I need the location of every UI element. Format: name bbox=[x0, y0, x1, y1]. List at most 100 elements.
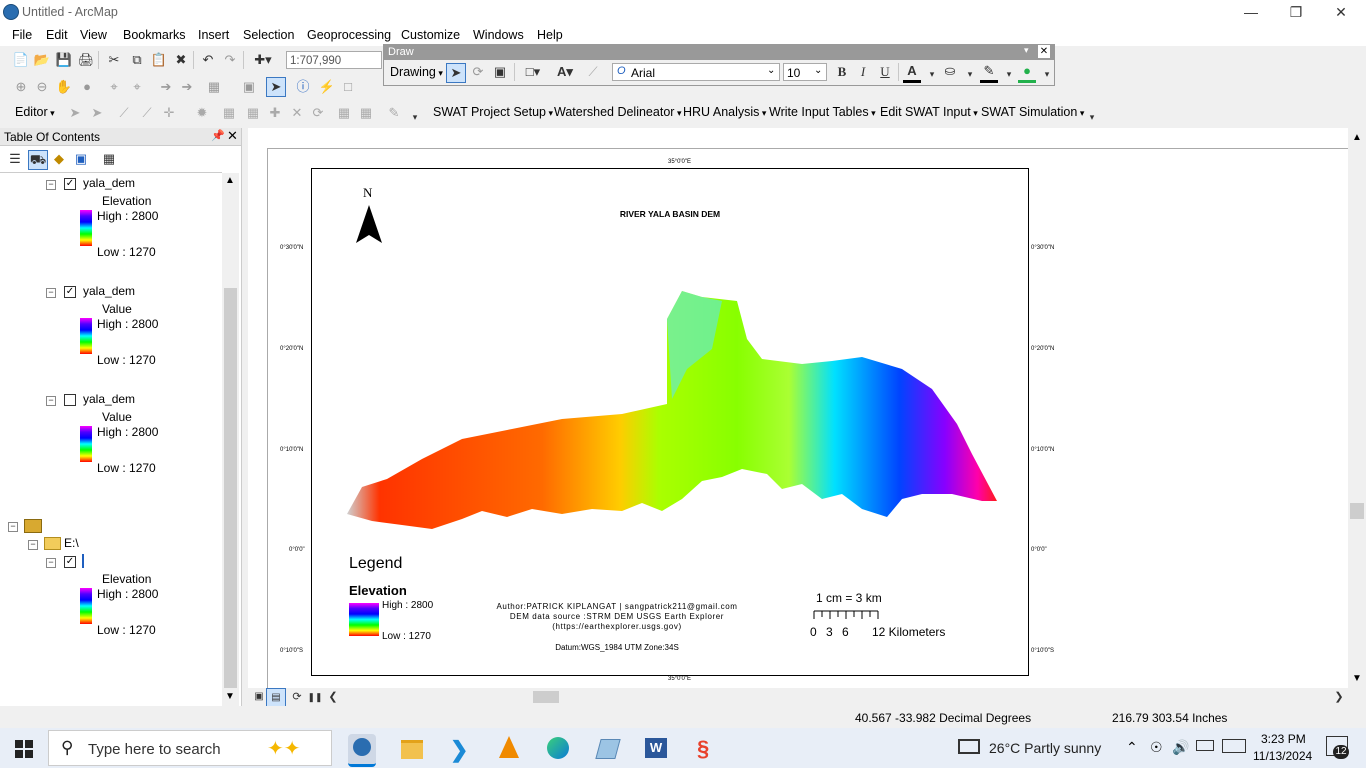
swat-toolbar-options-icon[interactable]: ▾ bbox=[1083, 108, 1101, 126]
layer-3-name[interactable]: yala_dem bbox=[83, 392, 135, 406]
toc-scroll-down-icon[interactable]: ▼ bbox=[225, 691, 235, 702]
toc-pin-icon[interactable]: 📌 bbox=[211, 129, 225, 142]
collapse-data-frame-icon[interactable]: − bbox=[8, 522, 18, 532]
close-icon[interactable]: ✕ bbox=[1318, 0, 1364, 24]
swat-hru-analysis-menu[interactable]: HRU Analysis bbox=[683, 105, 766, 119]
swat-write-input-tables-menu[interactable]: Write Input Tables bbox=[769, 105, 876, 119]
swat-edit-input-menu[interactable]: Edit SWAT Input bbox=[880, 105, 978, 119]
bold-button[interactable]: B bbox=[833, 63, 851, 81]
forward-icon[interactable]: ➔ bbox=[178, 78, 196, 96]
windows-start-icon[interactable] bbox=[15, 740, 33, 758]
hscroll-right-icon[interactable]: ❯ bbox=[1330, 688, 1348, 706]
refresh-icon[interactable]: ⟳ bbox=[288, 688, 306, 706]
taskbar-search-box[interactable]: ⚲ Type here to search ✦✦ bbox=[48, 730, 332, 766]
editor-dropdown[interactable]: Editor bbox=[15, 105, 55, 119]
layout-scroll-up-icon[interactable]: ▲ bbox=[1352, 132, 1362, 143]
split-icon[interactable]: ✕ bbox=[288, 104, 306, 122]
menu-edit[interactable]: Edit bbox=[46, 28, 68, 42]
cut-icon[interactable]: ✂ bbox=[105, 51, 123, 69]
add-data-icon[interactable]: ✚▾ bbox=[249, 51, 277, 69]
menu-insert[interactable]: Insert bbox=[198, 28, 229, 42]
git-tool-icon[interactable]: § bbox=[691, 734, 719, 762]
save-icon[interactable]: 💾 bbox=[55, 51, 73, 69]
text-tool-icon[interactable]: A▾ bbox=[552, 63, 578, 81]
toc-scrollbar[interactable]: ▲ ▼ bbox=[222, 173, 239, 706]
menu-help[interactable]: Help bbox=[537, 28, 563, 42]
redo-icon[interactable]: ↷ bbox=[221, 51, 239, 69]
layer-1-checkbox[interactable]: ✓ bbox=[64, 178, 76, 190]
create-features-icon[interactable]: ✎ bbox=[385, 104, 403, 122]
point-icon[interactable]: ✹ bbox=[193, 104, 211, 122]
toolbar-options-icon[interactable]: ▾ bbox=[406, 108, 424, 126]
open-icon[interactable]: 📂 bbox=[33, 51, 51, 69]
sketch-properties-icon[interactable]: ▦ bbox=[357, 104, 375, 122]
edit-tool-icon[interactable]: ➤ bbox=[66, 104, 84, 122]
volume-icon[interactable]: 🔊 bbox=[1172, 739, 1189, 756]
draw-select-elements-icon[interactable]: ➤ bbox=[446, 63, 466, 83]
clear-selection-icon[interactable]: ▣ bbox=[240, 78, 258, 96]
collapse-layer-1-icon[interactable]: − bbox=[46, 180, 56, 190]
attributes-icon[interactable]: ▦ bbox=[335, 104, 353, 122]
zoom-out-icon[interactable]: ⊖ bbox=[33, 78, 51, 96]
collapse-folder-icon[interactable]: − bbox=[28, 540, 38, 550]
edge-icon[interactable] bbox=[544, 734, 572, 762]
delete-icon[interactable]: ✖ bbox=[172, 51, 190, 69]
back-icon[interactable]: ➔ bbox=[157, 78, 175, 96]
straight-segment-icon[interactable]: ⟋ bbox=[115, 104, 133, 122]
collapse-folder-layer-icon[interactable]: − bbox=[46, 558, 56, 568]
menu-windows[interactable]: Windows bbox=[473, 28, 524, 42]
list-by-visibility-icon[interactable]: ◆ bbox=[50, 150, 68, 168]
endpoint-arc-icon[interactable]: ⟋ bbox=[138, 104, 156, 122]
toc-scroll-thumb[interactable] bbox=[224, 288, 237, 688]
pause-drawing-icon[interactable]: ❚❚ bbox=[306, 688, 324, 706]
identify-icon[interactable]: ⓘ bbox=[294, 78, 312, 96]
select-features-icon[interactable]: ▦ bbox=[205, 78, 223, 96]
print-icon[interactable]: 🖨 bbox=[77, 51, 95, 69]
edit-annotation-icon[interactable]: ➤ bbox=[88, 104, 106, 122]
weather-text[interactable]: 26°C Partly sunny bbox=[989, 740, 1101, 756]
arcmap-taskbar-icon[interactable] bbox=[348, 734, 376, 767]
list-by-selection-icon[interactable]: ▣ bbox=[72, 150, 90, 168]
fixed-zoom-out-icon[interactable]: ⌖ bbox=[128, 78, 146, 96]
select-elements-icon[interactable]: ➤ bbox=[266, 77, 286, 97]
italic-button[interactable]: I bbox=[854, 63, 872, 81]
edit-vertices-icon[interactable]: ▦ bbox=[220, 104, 238, 122]
line-color-icon[interactable]: ✎ bbox=[980, 62, 998, 83]
keyboard-icon[interactable] bbox=[1222, 739, 1246, 753]
menu-file[interactable]: File bbox=[12, 28, 32, 42]
cut-polygons-icon[interactable]: ✚ bbox=[266, 104, 284, 122]
zoom-to-selected-icon[interactable]: ▣ bbox=[491, 63, 509, 81]
layout-scroll-down-icon[interactable]: ▼ bbox=[1352, 673, 1362, 684]
file-explorer-icon[interactable] bbox=[398, 734, 426, 762]
toc-close-icon[interactable]: ✕ bbox=[227, 128, 238, 144]
copy-icon[interactable]: ⧉ bbox=[128, 51, 146, 69]
drawing-dropdown[interactable]: Drawing bbox=[390, 65, 443, 79]
show-hidden-icons-icon[interactable]: ⌃ bbox=[1126, 739, 1138, 756]
collapse-layer-2-icon[interactable]: − bbox=[46, 288, 56, 298]
reshape-icon[interactable]: ▦ bbox=[244, 104, 262, 122]
hscroll-left-icon[interactable]: ❮ bbox=[324, 688, 342, 706]
draw-toolbar-header[interactable]: Draw ▾ ✕ bbox=[384, 45, 1054, 60]
clock-date[interactable]: 11/13/2024 bbox=[1253, 749, 1312, 763]
weather-widget-icon[interactable] bbox=[958, 739, 980, 754]
fill-color-dropdown-icon[interactable]: ▾ bbox=[961, 65, 979, 83]
meet-now-icon[interactable]: ☉ bbox=[1150, 739, 1163, 756]
clock-time[interactable]: 3:23 PM bbox=[1261, 732, 1306, 746]
folder-layer-checkbox[interactable]: ✓ bbox=[64, 556, 76, 568]
underline-button[interactable]: U bbox=[876, 63, 894, 81]
menu-selection[interactable]: Selection bbox=[243, 28, 294, 42]
map-frame[interactable]: RIVER YALA BASIN DEM N Legend Elevation … bbox=[311, 168, 1029, 676]
layer-1-name[interactable]: yala_dem bbox=[83, 176, 135, 190]
font-color-button[interactable]: A bbox=[903, 62, 921, 83]
toc-options-icon[interactable]: ▦ bbox=[100, 150, 118, 168]
toc-scroll-up-icon[interactable]: ▲ bbox=[225, 175, 235, 186]
rotate-element-icon[interactable]: ⟳ bbox=[469, 63, 487, 81]
marker-color-icon[interactable]: ● bbox=[1018, 62, 1036, 83]
menu-geoprocessing[interactable]: Geoprocessing bbox=[307, 28, 391, 42]
marker-color-dropdown-icon[interactable]: ▾ bbox=[1038, 65, 1056, 83]
layer-3-checkbox[interactable] bbox=[64, 394, 76, 406]
swat-project-setup-menu[interactable]: SWAT Project Setup bbox=[433, 105, 553, 119]
menu-bookmarks[interactable]: Bookmarks bbox=[123, 28, 186, 42]
new-document-icon[interactable]: 📄 bbox=[12, 51, 30, 69]
restore-icon[interactable]: ❐ bbox=[1273, 0, 1319, 24]
